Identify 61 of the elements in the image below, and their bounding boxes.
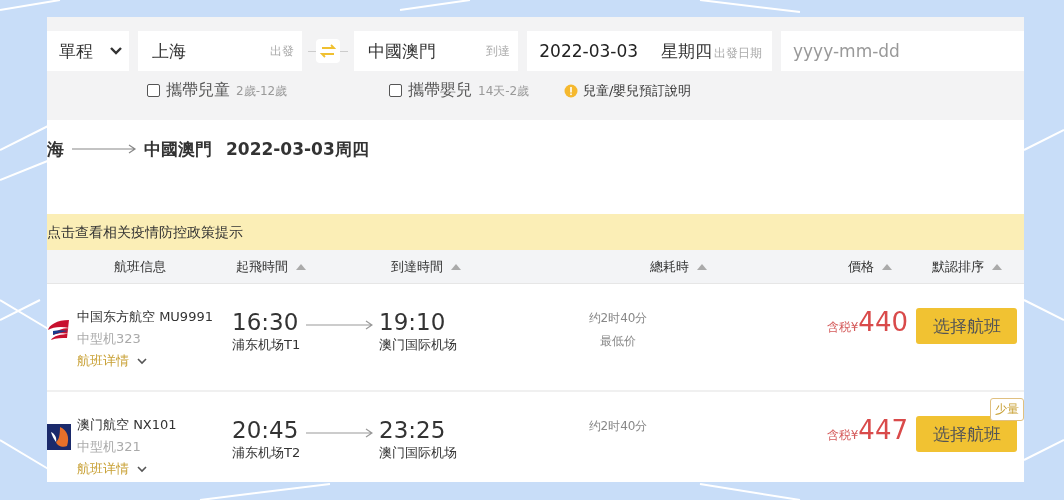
weekday-text: 星期四 (661, 39, 712, 63)
column-header[interactable]: 默認排序 (932, 257, 1002, 276)
flight-duration: 约2时40分 (588, 310, 648, 327)
sort-arrow-icon (992, 263, 1002, 270)
select-flight-button[interactable]: 选择航班 (916, 308, 1017, 344)
flight-arrow-icon (305, 320, 373, 330)
column-header[interactable]: 到達時間 (391, 257, 461, 276)
column-header[interactable]: 起飛時間 (236, 257, 306, 276)
chevron-down-icon (137, 465, 147, 473)
flight-arrow-icon (305, 428, 373, 438)
sort-arrow-icon (451, 263, 461, 270)
departure-time: 20:45 (232, 416, 300, 444)
tax-label: 含税¥ (826, 428, 859, 444)
sort-arrow-icon (296, 263, 306, 270)
return-date-field[interactable]: yyyy-mm-dd (781, 31, 1024, 71)
sort-arrow-icon (882, 263, 892, 270)
price: 447 (858, 416, 908, 444)
tax-label: 含税¥ (826, 320, 859, 336)
route-origin: 海 (47, 138, 64, 161)
option-label: 攜帶嬰兒 (408, 80, 472, 101)
trip-type-select[interactable]: 單程 (47, 31, 129, 71)
aircraft-type: 中型机321 (77, 438, 142, 456)
info-icon (564, 83, 578, 98)
airline-name: 澳门航空 NX101 (77, 416, 177, 434)
column-header[interactable]: 總耗時 (650, 257, 707, 276)
departure-date-field[interactable]: 2022-03-03 星期四 出發日期 (527, 31, 772, 71)
departure-airport: 浦东机场T1 (232, 336, 302, 354)
column-header[interactable]: 價格 (848, 257, 892, 276)
arrival-airport: 澳门国际机场 (379, 336, 458, 354)
select-flight-button[interactable]: 选择航班 (916, 416, 1017, 452)
route-arrow-icon (70, 144, 138, 154)
flight-duration: 约2时40分 (588, 418, 648, 435)
option-label: 攜帶兒童 (166, 80, 230, 101)
departure-time: 16:30 (232, 308, 300, 336)
route-destination: 中國澳門 (144, 138, 212, 161)
departure-city-field[interactable]: 上海 出發 (137, 31, 302, 71)
field-label: 到達 (486, 42, 511, 60)
aircraft-type: 中型机323 (77, 330, 142, 348)
field-label: 出發 (269, 42, 294, 60)
price: 440 (858, 308, 908, 336)
arrival-time: 23:25 (379, 416, 447, 444)
arrival-city-field[interactable]: 中國澳門 到達 (354, 31, 519, 71)
arrival-time: 19:10 (379, 308, 447, 336)
route-date: 2022-03-03周四 (226, 138, 369, 161)
field-label: 出發日期 (714, 44, 762, 62)
low-stock-badge: 少量 (990, 398, 1024, 421)
checkbox[interactable] (389, 84, 402, 97)
arrival-airport: 澳门国际机场 (379, 444, 458, 462)
departure-airport: 浦东机场T2 (232, 444, 302, 462)
info-link[interactable]: 兒童/嬰兒預訂說明 (583, 81, 692, 100)
airline-name: 中国东方航空 MU9991 (77, 308, 213, 326)
checkbox[interactable] (147, 84, 160, 97)
swap-icon (320, 44, 337, 58)
chevron-down-icon (137, 357, 147, 365)
chevron-down-icon (108, 46, 123, 56)
lowest-price-note: 最低价 (600, 333, 636, 350)
option-hint: 14天-2歲 (478, 83, 530, 100)
column-header[interactable]: 航班信息 (113, 257, 166, 276)
option-hint: 2歲-12歲 (236, 83, 288, 100)
notice-banner[interactable]: 点击查看相关疫情防控政策提示 (47, 214, 1024, 250)
sort-arrow-icon (697, 263, 707, 270)
